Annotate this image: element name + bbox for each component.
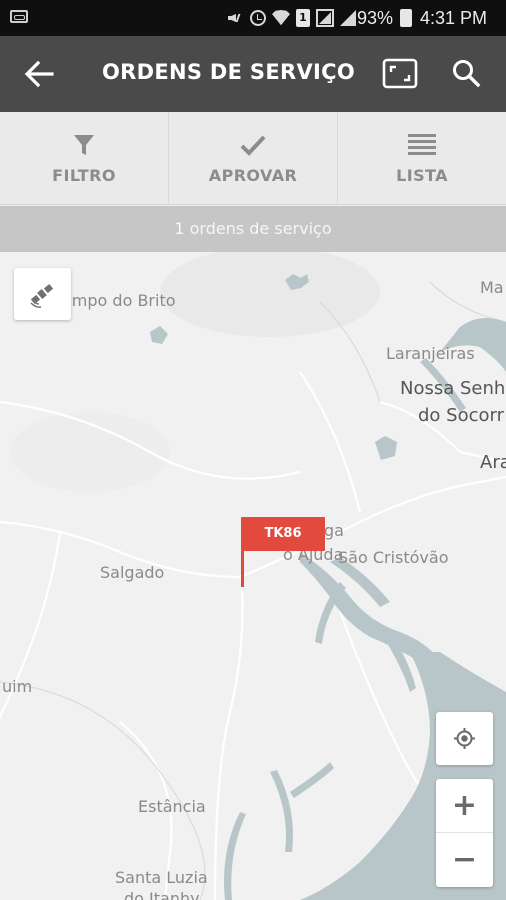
map-label-estancia: Estância — [138, 797, 206, 816]
battery-icon — [400, 9, 412, 27]
map-label-do-socorro: do Socorr — [418, 405, 504, 426]
list-icon — [408, 134, 436, 155]
page-title: ORDENS DE SERVIÇO — [102, 60, 355, 84]
zoom-out-button[interactable]: − — [436, 833, 493, 887]
map-label-campo-do-brito: ampo do Brito — [62, 291, 176, 310]
mute-icon — [226, 9, 244, 27]
list-label: LISTA — [396, 166, 448, 185]
list-button[interactable]: LISTA — [338, 112, 506, 204]
action-toolbar: FILTRO APROVAR LISTA — [0, 112, 506, 205]
crosshair-icon — [454, 728, 475, 749]
app-bar: ORDENS DE SERVIÇO — [0, 36, 506, 112]
expand-button[interactable] — [382, 58, 418, 90]
order-marker[interactable]: TK86 — [241, 517, 325, 587]
filter-icon — [74, 135, 94, 155]
map-label-ma: Ma — [480, 278, 504, 297]
satellite-toggle-button[interactable] — [14, 268, 71, 320]
my-location-button[interactable] — [436, 712, 493, 765]
status-bar: 1 93% 4:31 PM — [0, 0, 506, 36]
battery-percent: 93% — [357, 8, 394, 28]
map-label-sao-cristovao: São Cristóvão — [338, 548, 449, 567]
zoom-controls: + − — [436, 779, 493, 887]
clock: 4:31 PM — [420, 8, 488, 28]
expand-icon — [382, 58, 418, 89]
sim-badge: 1 — [296, 9, 310, 27]
cell-signal-icon — [340, 10, 356, 26]
map-label-santa-luzia: Santa Luzia — [115, 868, 208, 887]
signal-icon — [316, 9, 334, 27]
back-button[interactable] — [22, 58, 56, 90]
check-icon — [240, 135, 266, 156]
wifi-icon — [272, 10, 290, 26]
map-view[interactable]: ampo do Brito Ma Laranjeiras Nossa Senh … — [0, 252, 506, 900]
marker-label: TK86 — [241, 517, 325, 551]
map-label-laranjeiras: Laranjeiras — [386, 344, 475, 363]
marker-pole — [241, 551, 244, 587]
approve-label: APROVAR — [208, 166, 298, 185]
zoom-in-button[interactable]: + — [436, 779, 493, 833]
approve-button[interactable]: APROVAR — [169, 112, 338, 204]
satellite-icon — [30, 283, 54, 308]
alarm-icon — [250, 10, 266, 26]
map-label-salgado: Salgado — [100, 563, 165, 582]
search-button[interactable] — [448, 56, 484, 92]
map-label-aracaju: Ara — [480, 452, 506, 473]
map-label-do-itanhy: do Itanhy — [124, 889, 200, 900]
filter-button[interactable]: FILTRO — [0, 112, 169, 204]
map-label-ga: ga — [324, 521, 344, 540]
back-arrow-icon — [24, 60, 54, 88]
filter-label: FILTRO — [52, 166, 116, 185]
status-icons: 1 — [226, 8, 356, 28]
orders-count-bar: 1 ordens de serviço — [0, 206, 506, 252]
map-label-nossa-senhora: Nossa Senh — [400, 378, 506, 399]
voicemail-icon — [10, 10, 28, 23]
search-icon — [453, 60, 481, 88]
map-label-uim: uim — [2, 677, 33, 696]
